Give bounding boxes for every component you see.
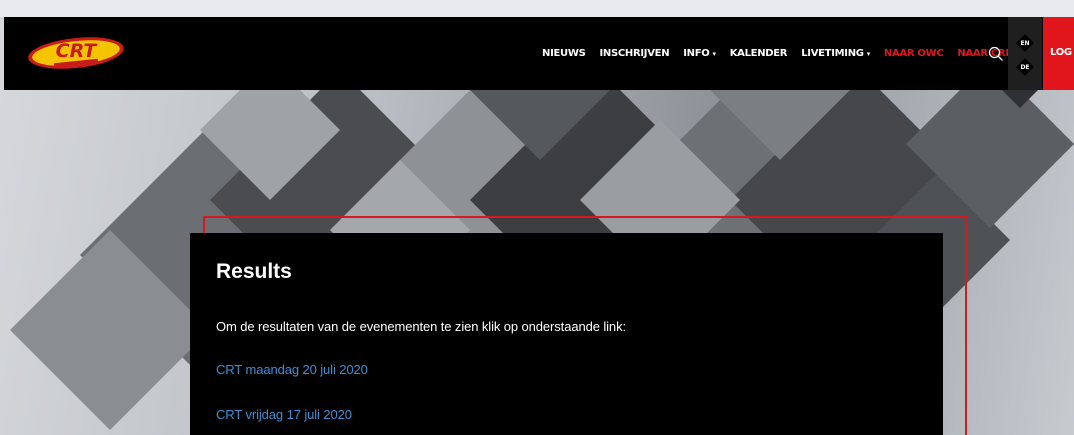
language-en-label: EN xyxy=(1020,39,1030,47)
nav-item-label: NAAR OWC xyxy=(883,48,944,59)
crt-logo[interactable]: CRT xyxy=(26,35,126,71)
logo-text: CRT xyxy=(56,40,99,62)
page-title: Results xyxy=(216,260,292,283)
nav-item-label: INSCHRIJVEN xyxy=(599,48,670,59)
result-link-17-juli-2020[interactable]: CRT vrijdag 17 juli 2020 xyxy=(216,407,352,422)
nav-item-inschrijven[interactable]: INSCHRIJVEN xyxy=(599,48,669,59)
results-panel: Results Om de resultaten van de evenemen… xyxy=(190,233,943,435)
nav-item-info[interactable]: INFO ▾ xyxy=(683,48,717,59)
login-label: LOG IN xyxy=(1050,47,1074,58)
top-strip xyxy=(0,0,1074,17)
language-en-button[interactable]: EN xyxy=(1016,34,1034,52)
nav-item-label: LIVETIMING xyxy=(801,48,864,59)
language-de-label: DE xyxy=(1020,63,1030,71)
nav-item-label: NIEUWS xyxy=(542,48,586,59)
nav-item-livetiming[interactable]: LIVETIMING ▾ xyxy=(801,48,870,59)
search-icon[interactable] xyxy=(988,46,1004,62)
navbar: CRT NIEUWS INSCHRIJVEN INFO ▾ KALENDER LIVETI… xyxy=(4,17,1074,90)
nav-item-label: KALENDER xyxy=(729,48,788,59)
nav-item-nieuws[interactable]: NIEUWS xyxy=(542,48,586,59)
language-switcher: EN DE xyxy=(1008,17,1042,90)
main-nav: NIEUWS INSCHRIJVEN INFO ▾ KALENDER LIVETIMING… xyxy=(542,17,1026,90)
nav-item-kalender[interactable]: KALENDER xyxy=(730,48,788,59)
chevron-down-icon: ▾ xyxy=(712,49,717,58)
nav-item-label: INFO xyxy=(683,48,710,59)
language-de-button[interactable]: DE xyxy=(1016,58,1034,76)
chevron-down-icon: ▾ xyxy=(866,49,871,58)
results-intro-text: Om de resultaten van de evenementen te z… xyxy=(216,319,626,334)
login-button[interactable]: LOG IN xyxy=(1043,17,1074,90)
result-link-20-juli-2020[interactable]: CRT maandag 20 juli 2020 xyxy=(216,362,368,377)
nav-item-naar-owc[interactable]: NAAR OWC xyxy=(884,48,944,59)
